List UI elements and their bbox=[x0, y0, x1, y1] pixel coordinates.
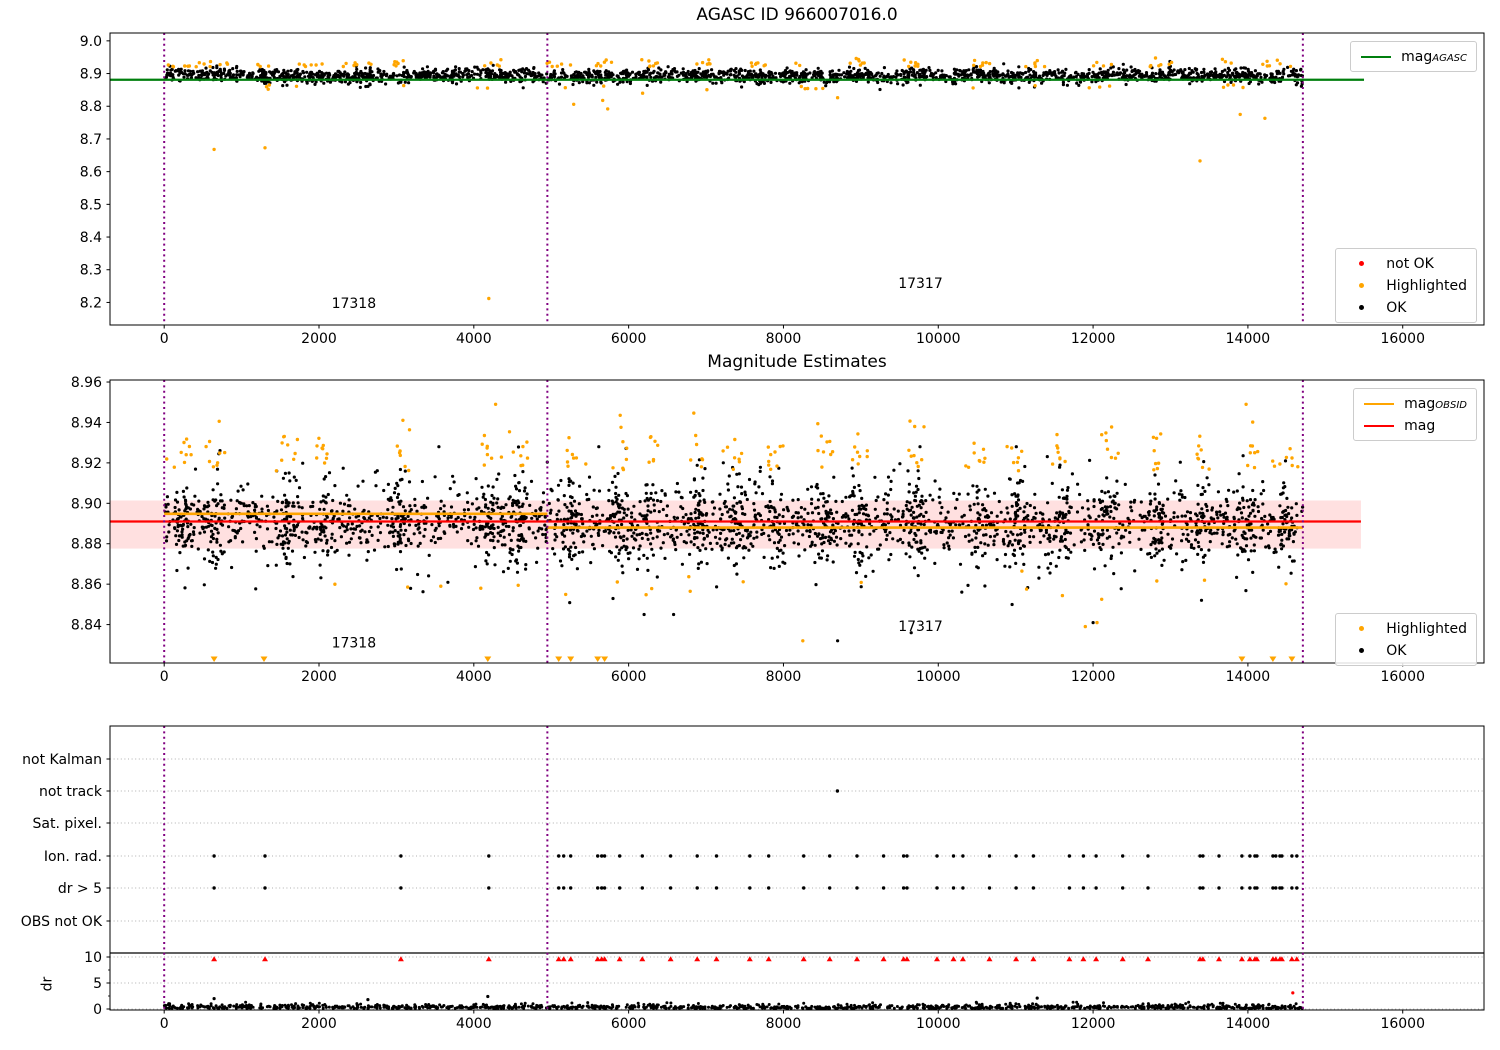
dr-outlier-points bbox=[212, 994, 1039, 1002]
y-tick-label: 9.0 bbox=[80, 34, 102, 50]
legend-item-highlighted: Highlighted bbox=[1345, 619, 1467, 638]
legend-label: OK bbox=[1386, 642, 1407, 659]
x-tick-label: 12000 bbox=[1071, 1016, 1116, 1032]
legend-item-not-ok: not OK bbox=[1345, 254, 1467, 273]
x-tick-label: 8000 bbox=[766, 1016, 802, 1032]
legend-label: not OK bbox=[1386, 255, 1434, 272]
x-tick-label: 10000 bbox=[916, 331, 961, 347]
x-tick-label: 4000 bbox=[456, 1016, 492, 1032]
obsid-annotation: 17318 bbox=[332, 635, 377, 651]
y-tick-label: 8.92 bbox=[71, 456, 102, 472]
y-tick-label: 8.84 bbox=[71, 618, 102, 634]
x-tick-label: 8000 bbox=[766, 669, 802, 685]
axes-frame bbox=[109, 725, 1485, 1011]
x-tick-label: 14000 bbox=[1226, 331, 1271, 347]
plots-canvas: 17318 17317 17318 17317 not Kalman not track S… bbox=[21, 32, 1485, 1032]
x-tick-label: 16000 bbox=[1380, 669, 1425, 685]
y-tick-label: 8.90 bbox=[71, 496, 102, 512]
x-tick-label: 6000 bbox=[611, 669, 647, 685]
figure: 17318 17317 17318 17317 not Kalman not track S… bbox=[0, 0, 1500, 1050]
x-tick-label: 6000 bbox=[611, 331, 647, 347]
dot-swatch-icon bbox=[1345, 261, 1377, 266]
x-tick-label: 16000 bbox=[1380, 331, 1425, 347]
legend-item-mag: mag bbox=[1363, 416, 1467, 435]
y-tick-label: 8.6 bbox=[80, 165, 102, 181]
legend-label: mag bbox=[1404, 417, 1436, 434]
legend-label: Highlighted bbox=[1386, 277, 1467, 294]
category-label: not Kalman bbox=[22, 752, 102, 768]
y-tick-label: 8.86 bbox=[71, 577, 102, 593]
ok-points bbox=[164, 59, 1305, 92]
x-tick-label: 0 bbox=[160, 1016, 169, 1032]
dot-swatch-icon bbox=[1345, 648, 1377, 653]
dot-swatch-icon bbox=[1345, 305, 1377, 310]
legend-label: Highlighted bbox=[1386, 620, 1467, 637]
x-tick-label: 0 bbox=[160, 669, 169, 685]
dr-tick-label: 10 bbox=[84, 950, 102, 966]
category-label: not track bbox=[39, 784, 103, 800]
x-tick-label: 10000 bbox=[916, 669, 961, 685]
middle-chart-title: Magnitude Estimates bbox=[707, 352, 887, 372]
x-tick-label: 10000 bbox=[916, 1016, 961, 1032]
legend-item-mag-agasc: magAGASC bbox=[1360, 47, 1467, 66]
category-label: Sat. pixel. bbox=[33, 816, 102, 832]
x-tick-label: 2000 bbox=[301, 331, 337, 347]
category-label: OBS not OK bbox=[21, 914, 103, 930]
highlighted-points bbox=[166, 56, 1293, 301]
y-tick-label: 8.96 bbox=[71, 375, 102, 391]
legend-item-ok: OK bbox=[1345, 298, 1467, 317]
x-tick-label: 2000 bbox=[301, 1016, 337, 1032]
x-tick-label: 12000 bbox=[1071, 331, 1116, 347]
x-tick-label: 16000 bbox=[1380, 1016, 1425, 1032]
legend-mid-lines: magOBSID mag bbox=[1353, 388, 1477, 441]
legend-item-ok: OK bbox=[1345, 641, 1467, 660]
y-tick-label: 8.2 bbox=[80, 295, 102, 311]
x-tick-label: 0 bbox=[160, 331, 169, 347]
obsid-annotation: 17317 bbox=[898, 276, 943, 292]
obsid-annotation: 17317 bbox=[898, 619, 943, 635]
y-tick-label: 8.7 bbox=[80, 132, 102, 148]
x-tick-label: 14000 bbox=[1226, 1016, 1271, 1032]
top-chart-title: AGASC ID 966007016.0 bbox=[696, 5, 898, 25]
y-tick-label: 8.5 bbox=[80, 197, 102, 213]
x-tick-label: 12000 bbox=[1071, 669, 1116, 685]
category-label: Ion. rad. bbox=[44, 849, 102, 865]
legend-mid-markers: Highlighted OK bbox=[1335, 613, 1477, 666]
x-tick-label: 14000 bbox=[1226, 669, 1271, 685]
dot-swatch-icon bbox=[1345, 283, 1377, 288]
legend-item-highlighted: Highlighted bbox=[1345, 276, 1467, 295]
dr-tick-label: 0 bbox=[93, 1002, 102, 1018]
x-tick-label: 2000 bbox=[301, 669, 337, 685]
legend-item-mag-obsid: magOBSID bbox=[1363, 394, 1467, 413]
y-tick-label: 8.3 bbox=[80, 263, 102, 279]
legend-top-markers: not OK Highlighted OK bbox=[1335, 248, 1477, 323]
x-tick-label: 4000 bbox=[456, 331, 492, 347]
category-label: dr > 5 bbox=[58, 881, 102, 897]
x-tick-label: 4000 bbox=[456, 669, 492, 685]
y-tick-label: 8.88 bbox=[71, 537, 102, 553]
legend-label: magAGASC bbox=[1401, 48, 1467, 65]
clipped-low-markers bbox=[210, 656, 1296, 662]
dr-points bbox=[162, 1000, 1304, 1010]
legend-mag-agasc: magAGASC bbox=[1350, 41, 1477, 72]
dr-axis-label: dr bbox=[39, 976, 56, 992]
y-tick-label: 8.8 bbox=[80, 99, 102, 115]
y-tick-label: 8.9 bbox=[80, 67, 102, 83]
dr-tick-label: 5 bbox=[93, 976, 102, 992]
legend-label: OK bbox=[1386, 299, 1407, 316]
line-swatch-icon bbox=[1363, 424, 1395, 427]
line-swatch-icon bbox=[1363, 402, 1395, 405]
y-tick-label: 8.4 bbox=[80, 230, 102, 246]
flag-event-points bbox=[212, 789, 1299, 890]
line-swatch-icon bbox=[1360, 55, 1392, 58]
x-tick-label: 8000 bbox=[766, 331, 802, 347]
y-tick-label: 8.94 bbox=[71, 415, 102, 431]
obsid-annotation: 17318 bbox=[332, 296, 377, 312]
x-tick-label: 6000 bbox=[611, 1016, 647, 1032]
legend-label: magOBSID bbox=[1404, 395, 1467, 412]
dot-swatch-icon bbox=[1345, 626, 1377, 631]
